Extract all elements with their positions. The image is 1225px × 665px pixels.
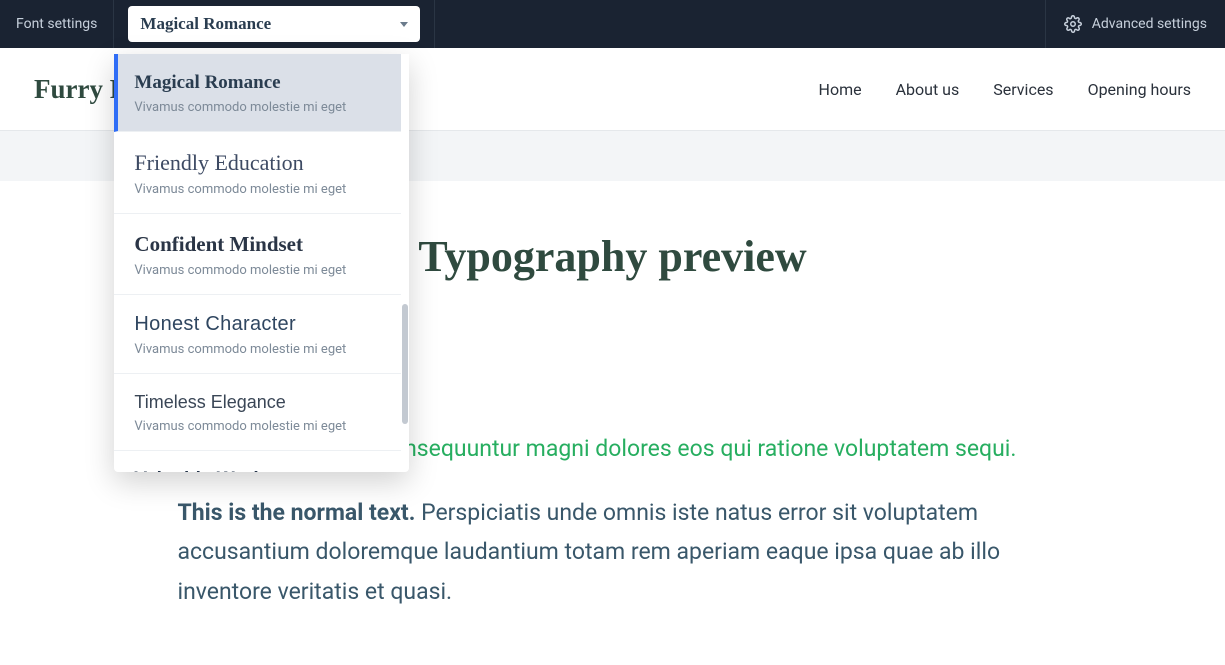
- font-option-magical-romance[interactable]: Magical Romance Vivamus commodo molestie…: [114, 54, 401, 132]
- nav-hours[interactable]: Opening hours: [1088, 80, 1191, 99]
- gear-icon: [1064, 15, 1082, 33]
- font-option-confident-mindset[interactable]: Confident Mindset Vivamus commodo molest…: [114, 214, 401, 295]
- font-dropdown-list[interactable]: Magical Romance Vivamus commodo molestie…: [114, 54, 401, 472]
- topbar: Font settings Magical Romance Magical Ro…: [0, 0, 1225, 48]
- scrollbar-thumb[interactable]: [402, 304, 408, 424]
- font-option-friendly-education[interactable]: Friendly Education Vivamus commodo moles…: [114, 132, 401, 214]
- advanced-settings-label: Advanced settings: [1092, 16, 1207, 32]
- nav-services[interactable]: Services: [993, 80, 1053, 99]
- font-select[interactable]: Magical Romance: [128, 6, 420, 42]
- chevron-down-icon: [400, 22, 408, 27]
- nav-home[interactable]: Home: [819, 80, 862, 99]
- font-dropdown: Magical Romance Vivamus commodo molestie…: [114, 54, 409, 472]
- site-nav: Home About us Services Opening hours: [819, 80, 1191, 99]
- preview-body-strong: This is the normal text.: [178, 499, 416, 526]
- font-option-timeless-elegance[interactable]: Timeless Elegance Vivamus commodo molest…: [114, 374, 401, 451]
- advanced-settings-button[interactable]: Advanced settings: [1045, 0, 1225, 48]
- font-select-value: Magical Romance: [140, 14, 271, 34]
- scrollbar[interactable]: [401, 54, 409, 472]
- nav-about[interactable]: About us: [896, 80, 960, 99]
- font-settings-label: Font settings: [0, 0, 114, 48]
- font-option-honest-character[interactable]: Honest Character Vivamus commodo molesti…: [114, 295, 401, 374]
- preview-body: This is the normal text. Perspiciatis un…: [178, 493, 1048, 610]
- font-option-valuable-work[interactable]: Valuable Work: [114, 451, 401, 472]
- font-select-container: Magical Romance Magical Romance Vivamus …: [114, 0, 435, 48]
